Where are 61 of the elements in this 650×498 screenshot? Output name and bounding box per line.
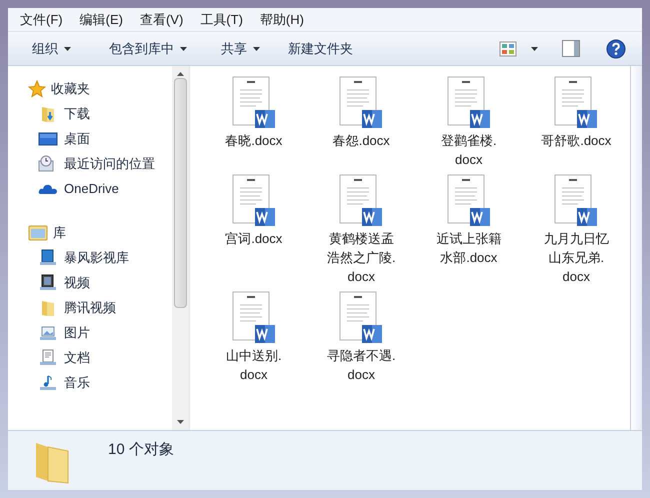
word-document-icon[interactable] bbox=[339, 174, 384, 228]
scroll-down-icon[interactable] bbox=[177, 420, 184, 424]
word-document-icon[interactable] bbox=[232, 76, 276, 130]
file-name[interactable]: 登鹳雀楼.docx bbox=[432, 131, 505, 169]
nav-item[interactable]: OneDrive bbox=[64, 178, 119, 198]
file-name[interactable]: 哥舒歌.docx bbox=[540, 131, 612, 150]
caret-icon bbox=[180, 46, 187, 50]
word-document-icon[interactable] bbox=[446, 174, 491, 228]
video-icon bbox=[38, 274, 58, 292]
caret-icon bbox=[64, 46, 71, 50]
nav-item[interactable]: 文档 bbox=[64, 348, 90, 368]
word-document-icon[interactable] bbox=[232, 291, 276, 345]
menu-item[interactable]: 编辑(E) bbox=[78, 10, 125, 30]
file-name[interactable]: 宫词.docx bbox=[218, 229, 290, 248]
file-name[interactable]: 近试上张籍水部.docx bbox=[432, 229, 505, 267]
word-document-icon[interactable] bbox=[339, 291, 384, 345]
caret-icon bbox=[253, 46, 260, 50]
menu-item[interactable]: 文件(F) bbox=[18, 10, 65, 30]
media-library-icon bbox=[38, 248, 58, 266]
file-name[interactable]: 九月九日忆山东兄弟.docx bbox=[540, 229, 612, 286]
scroll-up-icon[interactable] bbox=[177, 72, 184, 76]
word-document-icon[interactable] bbox=[554, 174, 598, 228]
nav-item[interactable]: 暴风影视库 bbox=[64, 248, 129, 268]
documents-icon bbox=[38, 348, 58, 366]
scrollbar[interactable] bbox=[172, 66, 189, 430]
file-name[interactable]: 春晓.docx bbox=[218, 131, 290, 150]
nav-item[interactable]: 图片 bbox=[64, 322, 90, 342]
file-name[interactable]: 黄鹤楼送孟浩然之广陵.docx bbox=[325, 229, 398, 286]
file-name[interactable]: 春怨.docx bbox=[325, 131, 398, 150]
star-icon bbox=[28, 80, 46, 98]
word-document-icon[interactable] bbox=[446, 76, 491, 130]
nav-item[interactable]: 下载 bbox=[64, 104, 90, 124]
menu-item[interactable]: 帮助(H) bbox=[258, 10, 306, 30]
menu-item[interactable]: 工具(T) bbox=[198, 10, 245, 30]
nav-group-label[interactable]: 库 bbox=[53, 222, 66, 242]
nav-item[interactable]: 桌面 bbox=[64, 128, 90, 148]
scrollbar-thumb[interactable] bbox=[174, 78, 187, 308]
toolbar-button[interactable]: 共享 bbox=[217, 36, 264, 62]
nav-item[interactable]: 腾讯视频 bbox=[64, 298, 116, 318]
pictures-icon bbox=[38, 324, 58, 342]
file-name[interactable]: 山中送别.docx bbox=[218, 346, 290, 384]
toolbar-button[interactable]: 组织 bbox=[28, 36, 75, 62]
nav-item[interactable]: 音乐 bbox=[64, 372, 90, 392]
file-name[interactable]: 寻隐者不遇.docx bbox=[325, 346, 398, 384]
music-icon bbox=[38, 374, 58, 392]
help-icon[interactable] bbox=[606, 38, 626, 58]
word-document-icon[interactable] bbox=[232, 174, 276, 228]
caret-icon[interactable] bbox=[531, 46, 538, 50]
toolbar-button[interactable]: 新建文件夹 bbox=[284, 36, 357, 62]
item-count: 10 个对象 bbox=[108, 440, 174, 460]
toolbar-button[interactable]: 包含到库中 bbox=[105, 36, 191, 62]
view-options-icon[interactable] bbox=[499, 40, 517, 56]
nav-item[interactable]: 视频 bbox=[64, 272, 90, 292]
word-document-icon[interactable] bbox=[339, 76, 384, 130]
library-icon bbox=[28, 224, 48, 242]
nav-group-label[interactable]: 收藏夹 bbox=[51, 78, 90, 98]
nav-item[interactable]: 最近访问的位置 bbox=[64, 154, 155, 174]
menu-item[interactable]: 查看(V) bbox=[138, 10, 186, 30]
desktop-icon bbox=[38, 130, 58, 146]
preview-pane-icon[interactable] bbox=[562, 40, 580, 57]
word-document-icon[interactable] bbox=[554, 76, 598, 130]
